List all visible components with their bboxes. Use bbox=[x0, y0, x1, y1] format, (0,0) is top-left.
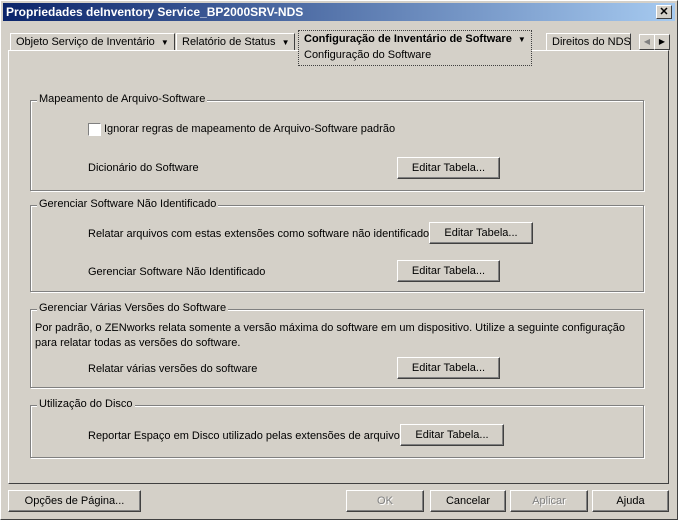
unidentified-extensions-label: Relatar arquivos com estas extensões com… bbox=[88, 228, 430, 240]
close-button[interactable]: ✕ bbox=[656, 5, 672, 19]
edit-dictionary-table-button[interactable]: Editar Tabela... bbox=[397, 157, 500, 179]
group-file-software-mapping: Mapeamento de Arquivo-Software bbox=[30, 93, 644, 191]
tab-label: Relatório de Status bbox=[182, 36, 276, 48]
chevron-down-icon[interactable]: ▼ bbox=[282, 38, 290, 47]
ignore-mapping-rules-checkbox[interactable] bbox=[88, 123, 101, 136]
checkbox-label[interactable]: Ignorar regras de mapeamento de Arquivo-… bbox=[104, 123, 395, 135]
chevron-down-icon[interactable]: ▼ bbox=[161, 38, 169, 47]
help-button[interactable]: Ajuda bbox=[592, 490, 669, 512]
chevron-down-icon[interactable]: ▼ bbox=[518, 35, 526, 44]
group-title: Utilização do Disco bbox=[37, 398, 135, 410]
edit-unidentified-table-button[interactable]: Editar Tabela... bbox=[397, 260, 500, 282]
apply-button[interactable]: Aplicar bbox=[510, 490, 588, 512]
versions-description-line1: Por padrão, o ZENworks relata somente a … bbox=[35, 322, 625, 334]
group-title: Gerenciar Software Não Identificado bbox=[37, 198, 219, 210]
page-options-button[interactable]: Opções de Página... bbox=[8, 490, 141, 512]
report-versions-label: Relatar várias versões do software bbox=[88, 363, 258, 375]
group-unidentified-software: Gerenciar Software Não Identificado bbox=[30, 198, 644, 292]
ok-button[interactable]: OK bbox=[346, 490, 424, 512]
software-dictionary-label: Dicionário do Software bbox=[88, 162, 199, 174]
tab-scroll-left-icon[interactable]: ◀ bbox=[639, 34, 655, 50]
title-bar: Propriedades deInventory Service_BP2000S… bbox=[3, 3, 675, 21]
tab-scroll-right-icon[interactable]: ▶ bbox=[654, 34, 670, 50]
manage-unidentified-label: Gerenciar Software Não Identificado bbox=[88, 266, 266, 278]
cancel-button[interactable]: Cancelar bbox=[430, 490, 506, 512]
edit-extensions-table-button[interactable]: Editar Tabela... bbox=[429, 222, 533, 244]
tab-label: Direitos do NDS bbox=[552, 36, 631, 48]
group-title: Gerenciar Várias Versões do Software bbox=[37, 302, 229, 314]
group-title: Mapeamento de Arquivo-Software bbox=[37, 93, 208, 105]
tab-label: Objeto Serviço de Inventário bbox=[16, 36, 155, 48]
disk-usage-label: Reportar Espaço em Disco utilizado pelas… bbox=[88, 430, 406, 442]
tab-status-report[interactable]: Relatório de Status ▼ bbox=[176, 33, 296, 51]
versions-description-line2: para relatar todas as versões do softwar… bbox=[35, 337, 241, 349]
tab-software-inventory-config[interactable]: Configuração de Inventário de Software ▼ C… bbox=[298, 30, 532, 66]
subtab-software-config[interactable]: Configuração do Software bbox=[304, 48, 526, 62]
tab-nds-rights[interactable]: Direitos do NDS bbox=[546, 33, 631, 51]
window-title: Propriedades deInventory Service_BP2000S… bbox=[6, 5, 304, 19]
tab-inventory-service-object[interactable]: Objeto Serviço de Inventário ▼ bbox=[10, 33, 175, 51]
tab-label: Configuração de Inventário de Software bbox=[304, 33, 512, 45]
edit-disk-table-button[interactable]: Editar Tabela... bbox=[400, 424, 504, 446]
edit-versions-table-button[interactable]: Editar Tabela... bbox=[397, 357, 500, 379]
